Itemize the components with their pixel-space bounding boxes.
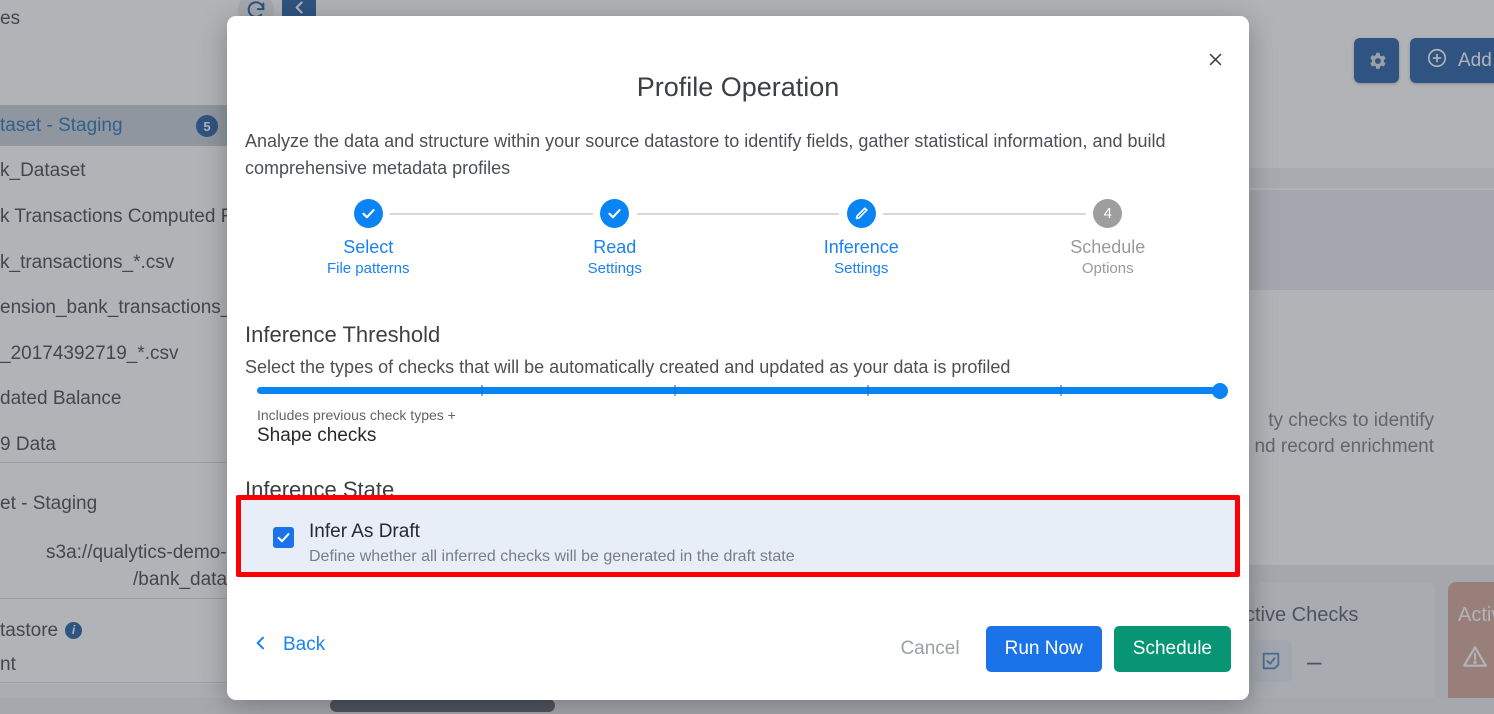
stepper-step-schedule[interactable]: 4 Schedule Options <box>1023 194 1193 277</box>
run-now-button[interactable]: Run Now <box>985 626 1102 672</box>
slider-tick <box>867 385 869 396</box>
inference-threshold-title: Inference Threshold <box>245 322 441 347</box>
stepper-step-select[interactable]: Select File patterns <box>283 194 453 277</box>
slider-thumb[interactable] <box>1212 383 1228 399</box>
stepper-connector <box>636 213 840 215</box>
stepper-step-subtitle: Settings <box>834 260 889 277</box>
infer-as-draft-description: Define whether all inferred checks will … <box>309 548 795 565</box>
stepper-step-title: Inference <box>823 237 899 257</box>
slider-tick <box>674 385 676 396</box>
close-icon[interactable] <box>1198 42 1232 76</box>
slider-caption-includes: Includes previous check types + <box>257 407 456 423</box>
check-icon <box>600 199 630 228</box>
stepper-step-inference[interactable]: Inference Settings <box>776 194 946 277</box>
back-button[interactable]: Back <box>253 634 325 656</box>
schedule-button[interactable]: Schedule <box>1113 626 1231 672</box>
infer-as-draft-row[interactable]: Infer As Draft Define whether all inferr… <box>236 495 1240 577</box>
pencil-icon <box>846 199 876 228</box>
infer-as-draft-checkbox[interactable] <box>273 527 294 548</box>
cancel-button[interactable]: Cancel <box>886 628 973 670</box>
stepper-connector <box>390 213 593 215</box>
stepper-step-title: Schedule <box>1070 237 1146 257</box>
chevron-left-icon <box>253 635 269 656</box>
dialog-actions: Cancel Run Now Schedule <box>886 626 1231 672</box>
inference-threshold-slider[interactable] <box>257 380 1228 402</box>
profile-operation-dialog: Profile Operation Analyze the data and s… <box>227 16 1249 700</box>
step-number: 4 <box>1093 199 1123 228</box>
slider-tick <box>1060 385 1062 396</box>
check-icon <box>353 199 383 228</box>
stepper-connector <box>883 213 1086 215</box>
inference-threshold-subtitle: Select the types of checks that will be … <box>245 357 1011 377</box>
stepper-step-subtitle: Options <box>1081 260 1134 277</box>
slider-track[interactable] <box>257 387 1221 394</box>
stepper-step-subtitle: Settings <box>587 260 642 277</box>
dialog-title: Profile Operation <box>636 72 840 102</box>
wizard-stepper: Select File patterns Read Settings Inference… <box>245 194 1231 290</box>
back-button-label: Back <box>283 634 326 655</box>
dialog-description: Analyze the data and structure within yo… <box>245 131 1166 178</box>
stepper-step-subtitle: File patterns <box>326 260 410 277</box>
slider-caption-current: Shape checks <box>257 425 377 446</box>
stepper-step-title: Select <box>343 237 394 257</box>
stepper-step-title: Read <box>593 237 637 257</box>
stepper-step-read[interactable]: Read Settings <box>530 194 700 277</box>
infer-as-draft-label: Infer As Draft <box>309 521 420 542</box>
slider-tick <box>481 385 483 396</box>
